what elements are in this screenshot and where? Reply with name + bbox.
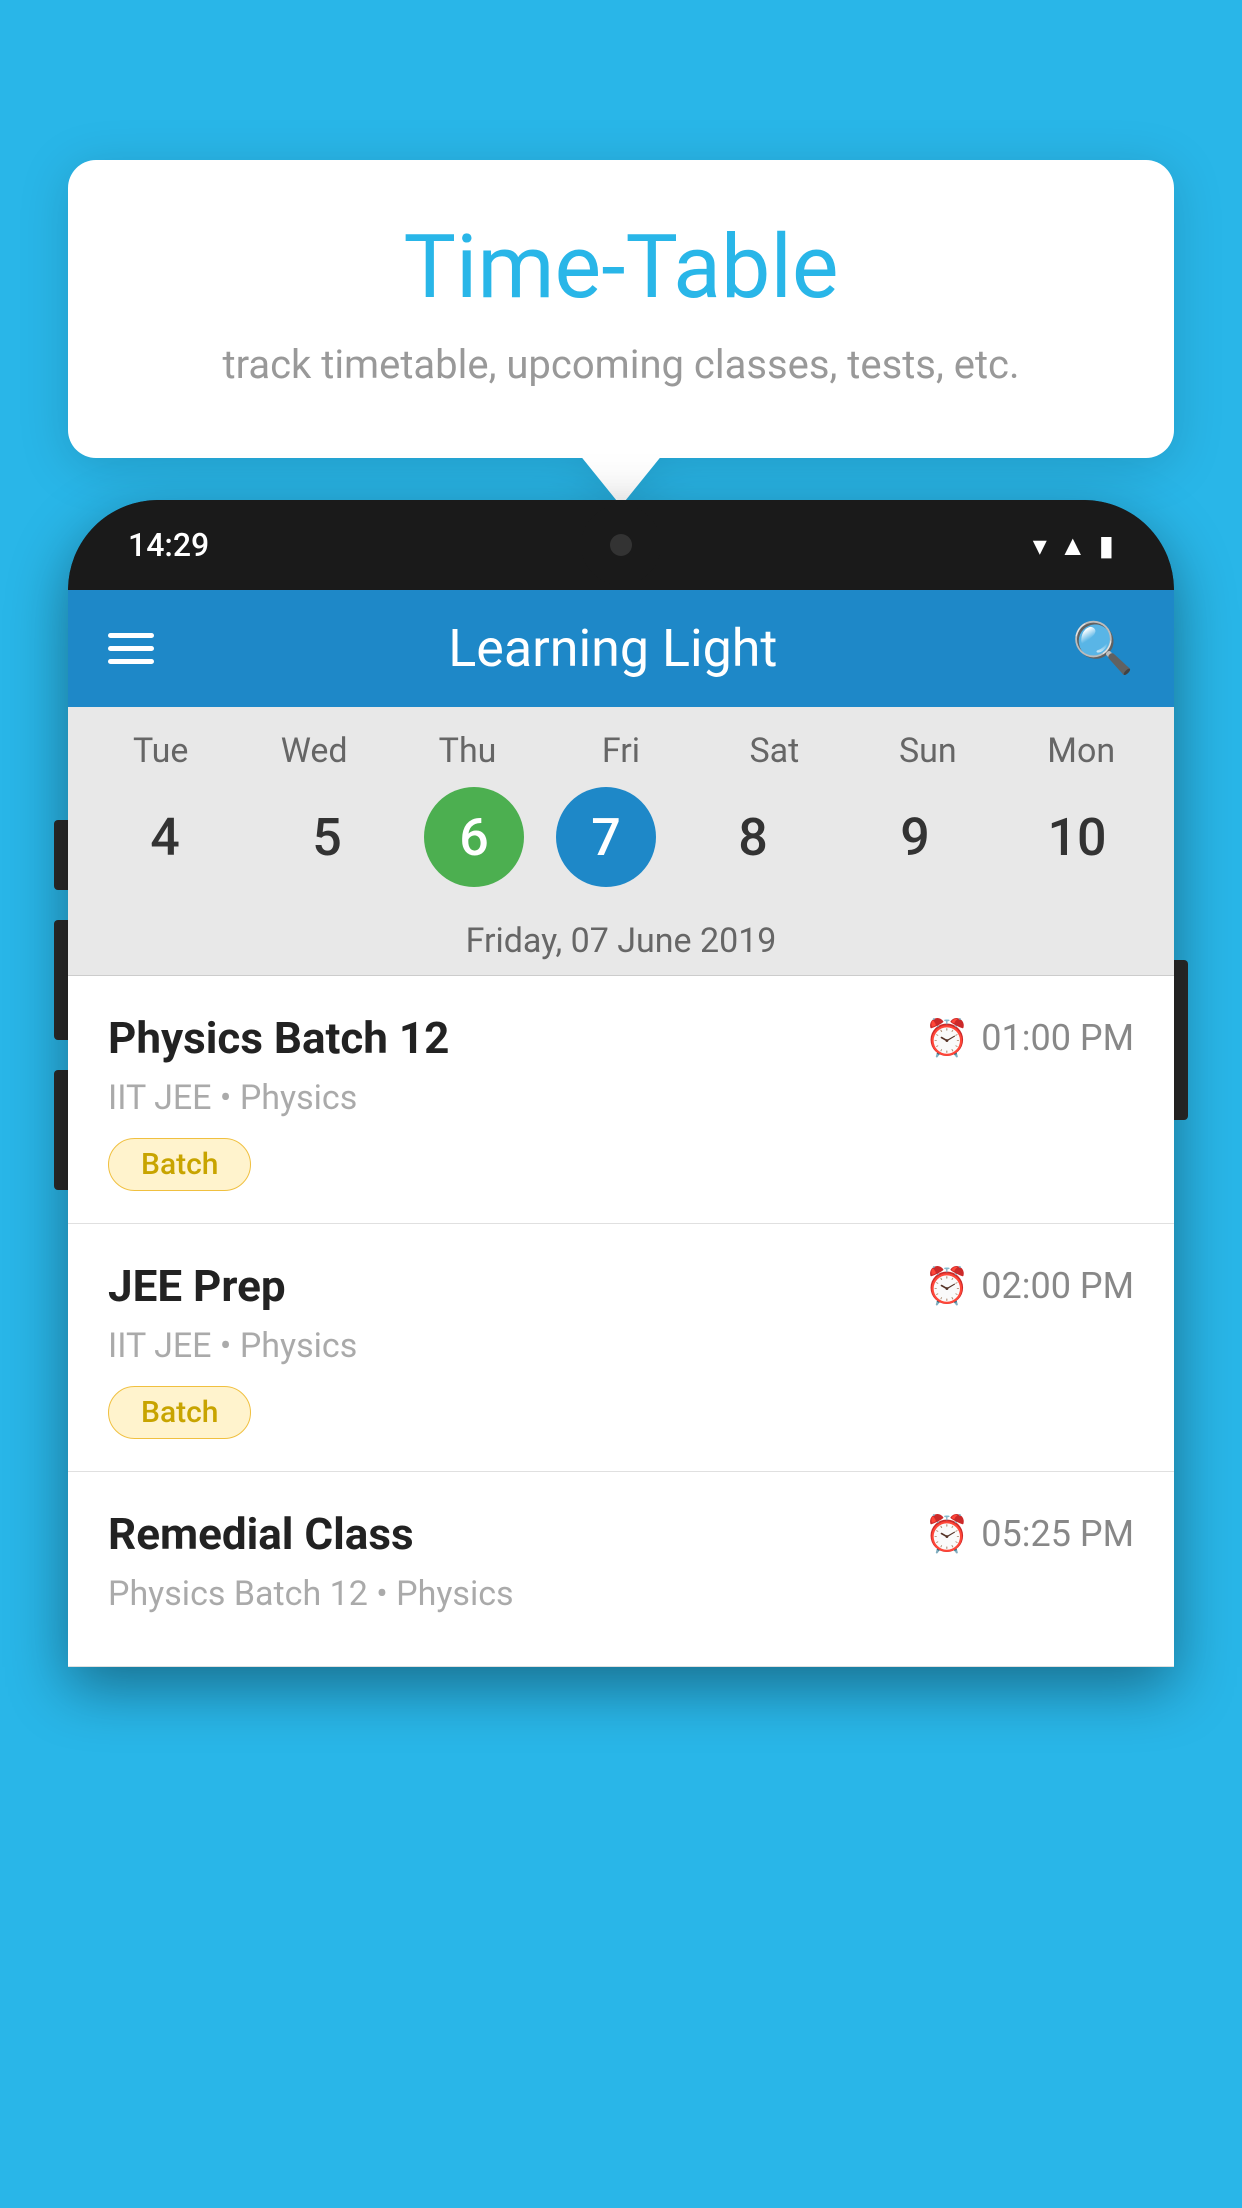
day-fri[interactable]: Fri (556, 731, 686, 771)
clock-icon-1: ⏰ (924, 1017, 969, 1059)
hamburger-line-1 (108, 633, 154, 638)
tooltip-title: Time-Table (118, 220, 1124, 317)
class-name-1: Physics Batch 12 (108, 1012, 449, 1064)
class-detail-3: Physics Batch 12 • Physics (108, 1574, 1134, 1614)
class-detail-2: IIT JEE • Physics (108, 1326, 1134, 1366)
signal-icon: ▲ (1059, 529, 1087, 562)
hamburger-line-2 (108, 646, 154, 651)
class-name-3: Remedial Class (108, 1508, 414, 1560)
batch-tag-1: Batch (108, 1138, 251, 1191)
battery-icon: ▮ (1099, 529, 1114, 562)
class-time-1: ⏰ 01:00 PM (924, 1017, 1134, 1059)
phone-notch (581, 505, 661, 585)
hamburger-line-3 (108, 659, 154, 664)
schedule-item-3-header: Remedial Class ⏰ 05:25 PM (108, 1508, 1134, 1560)
schedule-item-2-header: JEE Prep ⏰ 02:00 PM (108, 1260, 1134, 1312)
status-icons: ▾ ▲ ▮ (1033, 529, 1114, 562)
class-detail-1: IIT JEE • Physics (108, 1078, 1134, 1118)
search-icon[interactable]: 🔍 (1072, 620, 1134, 678)
class-time-2: ⏰ 02:00 PM (924, 1265, 1134, 1307)
class-time-3: ⏰ 05:25 PM (924, 1513, 1134, 1555)
schedule-item-2[interactable]: JEE Prep ⏰ 02:00 PM IIT JEE • Physics Ba… (68, 1224, 1174, 1472)
date-9[interactable]: 9 (850, 787, 980, 887)
phone-button-left2 (54, 920, 68, 1040)
time-value-2: 02:00 PM (981, 1265, 1134, 1307)
tooltip-bubble: Time-Table track timetable, upcoming cla… (68, 160, 1174, 458)
schedule-item-1-header: Physics Batch 12 ⏰ 01:00 PM (108, 1012, 1134, 1064)
batch-tag-2: Batch (108, 1386, 251, 1439)
schedule-list: Physics Batch 12 ⏰ 01:00 PM IIT JEE • Ph… (68, 976, 1174, 1667)
day-sat[interactable]: Sat (709, 731, 839, 771)
day-mon[interactable]: Mon (1016, 731, 1146, 771)
date-10[interactable]: 10 (1012, 787, 1142, 887)
date-8[interactable]: 8 (688, 787, 818, 887)
clock-icon-3: ⏰ (924, 1513, 969, 1555)
day-sun[interactable]: Sun (863, 731, 993, 771)
date-7-selected[interactable]: 7 (556, 787, 656, 887)
phone-button-left1 (54, 820, 68, 890)
day-tue[interactable]: Tue (96, 731, 226, 771)
date-4[interactable]: 4 (100, 787, 230, 887)
phone-wrapper: 14:29 ▾ ▲ ▮ Learning Light 🔍 (68, 500, 1174, 1667)
tooltip-subtitle: track timetable, upcoming classes, tests… (118, 341, 1124, 388)
date-6-today[interactable]: 6 (424, 787, 524, 887)
time-value-3: 05:25 PM (981, 1513, 1134, 1555)
status-bar: 14:29 ▾ ▲ ▮ (68, 500, 1174, 590)
class-name-2: JEE Prep (108, 1260, 286, 1312)
selected-date-label: Friday, 07 June 2019 (68, 907, 1174, 976)
phone-time: 14:29 (128, 526, 209, 564)
date-5[interactable]: 5 (262, 787, 392, 887)
day-wed[interactable]: Wed (249, 731, 379, 771)
camera-dot (610, 534, 632, 556)
app-title: Learning Light (448, 618, 777, 679)
phone-container: 14:29 ▾ ▲ ▮ Learning Light 🔍 (68, 500, 1174, 2208)
calendar-days-header: Tue Wed Thu Fri Sat Sun Mon (68, 707, 1174, 779)
wifi-icon: ▾ (1033, 529, 1047, 562)
clock-icon-2: ⏰ (924, 1265, 969, 1307)
schedule-item-3[interactable]: Remedial Class ⏰ 05:25 PM Physics Batch … (68, 1472, 1174, 1667)
phone-frame: 14:29 ▾ ▲ ▮ Learning Light 🔍 (68, 500, 1174, 1667)
calendar-dates-row: 4 5 6 7 8 9 10 (68, 779, 1174, 907)
hamburger-menu-button[interactable] (108, 633, 154, 664)
phone-button-right (1174, 960, 1188, 1120)
app-header: Learning Light 🔍 (68, 590, 1174, 707)
time-value-1: 01:00 PM (981, 1017, 1134, 1059)
phone-button-left3 (54, 1070, 68, 1190)
schedule-item-1[interactable]: Physics Batch 12 ⏰ 01:00 PM IIT JEE • Ph… (68, 976, 1174, 1224)
day-thu[interactable]: Thu (403, 731, 533, 771)
